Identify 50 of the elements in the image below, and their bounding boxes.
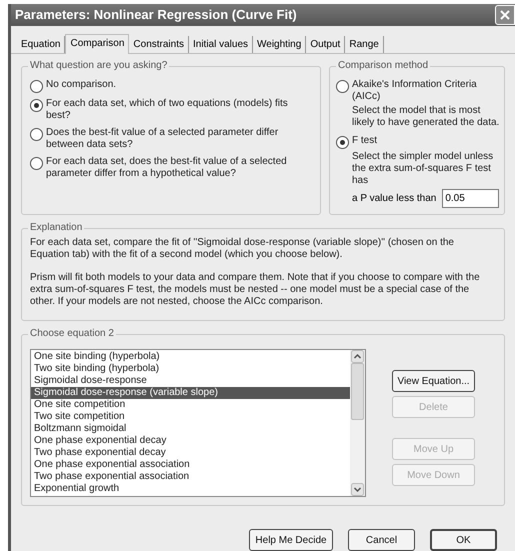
radio-button[interactable]	[336, 80, 349, 93]
group-title: Explanation	[28, 221, 84, 235]
group-title: Choose equation 2	[28, 327, 116, 341]
tab[interactable]: Weighting	[253, 36, 306, 53]
scroll-thumb[interactable]	[351, 363, 364, 420]
close-icon[interactable]	[495, 5, 515, 25]
tab[interactable]: Comparison	[65, 34, 130, 54]
dialog-button[interactable]: View Equation...	[392, 370, 475, 392]
p-value-field[interactable]: 0.05	[442, 189, 500, 208]
list-item[interactable]: Sigmoidal dose-response	[31, 375, 350, 387]
tab[interactable]: Initial values	[188, 36, 254, 53]
option-label: For each data set, does the best-fit value of a selected parameter differ from a hypothetical value?	[46, 156, 288, 180]
list-item[interactable]: One phase exponential association	[31, 459, 350, 471]
tab[interactable]: Range	[345, 36, 384, 53]
list-item[interactable]: Exponential growth	[31, 483, 350, 495]
list-item[interactable]: Two site competition	[31, 411, 350, 423]
field-label: a P value less than	[352, 192, 436, 206]
dialog-button[interactable]: Help Me Decide	[249, 529, 333, 551]
dialog-button[interactable]: OK	[430, 529, 497, 551]
radio-button[interactable]	[30, 80, 43, 93]
scrollbar[interactable]	[350, 350, 365, 496]
scroll-up-icon[interactable]	[351, 350, 364, 363]
group-title: Comparison method	[336, 59, 430, 73]
radio-button[interactable]	[336, 136, 349, 149]
group-title: What question are you asking?	[28, 59, 170, 73]
option-label: Does the best-fit value of a selected parameter differ between data sets?	[46, 127, 280, 151]
scroll-down-icon[interactable]	[351, 483, 364, 496]
list-item[interactable]: One site binding (hyperbola)	[31, 351, 350, 363]
list-item[interactable]: Two phase exponential association	[31, 471, 350, 483]
explanation-text: Prism will fit both models to your data and compare them. Note that if you choose to compare with the extra sum-of-squares F test, the models must be nested -- one model must be a special case of the other. If your models are not nested, choose the AICc comparison.	[30, 272, 481, 308]
explanation-text: For each data set, compare the fit of ''Sigmoidal dose-response (variable slope)'' (chosen on the Equation tab) with the fit of a second model (which you choose below).	[30, 237, 455, 261]
list-item[interactable]: One site competition	[31, 399, 350, 411]
list-item[interactable]: Two site binding (hyperbola)	[31, 363, 350, 375]
radio-button[interactable]	[30, 99, 43, 112]
tab[interactable]: Output	[306, 36, 346, 53]
window-title: Parameters: Nonlinear Regression (Curve Fit)	[15, 6, 297, 24]
dialog-button[interactable]: Cancel	[348, 529, 415, 551]
list-item[interactable]: One phase exponential decay	[31, 435, 350, 447]
option-label: No comparison.	[46, 79, 116, 91]
option-label: F test	[352, 135, 378, 147]
radio-button[interactable]	[30, 128, 43, 141]
option-label: For each data set, which of two equations (models) fits best?	[46, 98, 289, 122]
radio-button[interactable]	[30, 157, 43, 170]
option-label: Akaike's Information Criteria (AICc)	[352, 79, 478, 103]
list-item[interactable]: Boltzmann sigmoidal	[31, 423, 350, 435]
tab[interactable]: Constraints	[129, 36, 189, 53]
list-item[interactable]: Sigmoidal dose-response (variable slope)	[31, 387, 350, 399]
option-description: Select the model that is most likely to have generated the data.	[351, 105, 500, 129]
option-description: Select the simpler model unless the extra sum-of-squares F test has	[351, 151, 494, 187]
list-item[interactable]: Two phase exponential decay	[31, 447, 350, 459]
